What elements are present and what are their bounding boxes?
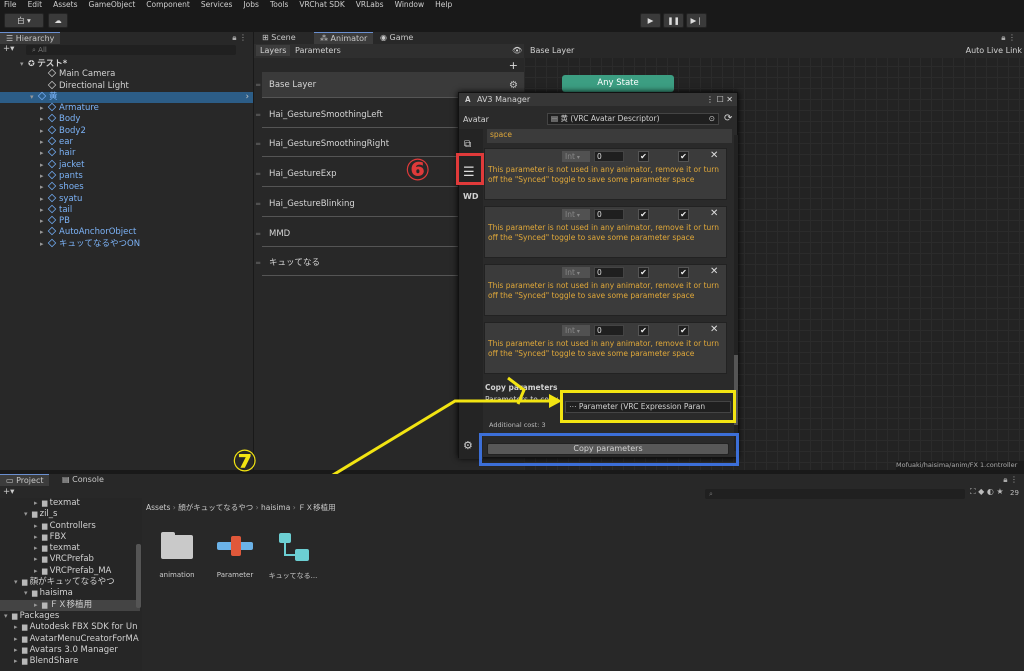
- project-tree-scrollbar[interactable]: [136, 544, 141, 608]
- file-label: animation: [159, 571, 195, 579]
- folder-icon: ▆: [12, 611, 20, 620]
- breadcrumb-separator: ›: [253, 503, 261, 512]
- folder-icon: ▆: [42, 600, 50, 609]
- expand-arrow-icon[interactable]: ▸: [34, 532, 42, 543]
- folder-icon: ▆: [22, 578, 30, 587]
- project-tree-label: VRCPrefab_MA: [49, 565, 112, 576]
- folder-icon: ▆: [42, 566, 50, 575]
- folder-icon: ▆: [22, 634, 30, 643]
- tab-project-label: Project: [16, 476, 44, 485]
- breadcrumb-item[interactable]: ＦＸ移植用: [298, 503, 336, 512]
- project-tree-pane: ▸ ▆ texmat ▾ ▆ zil_s ▸ ▆ Controllers ▸ ▆ FBX ▸ ▆ …: [0, 498, 142, 671]
- folder-icon: ▆: [32, 589, 40, 598]
- folder-icon: ▆: [22, 645, 30, 654]
- folder-icon: ▆: [22, 657, 30, 666]
- expand-arrow-icon[interactable]: ▾: [24, 588, 32, 599]
- project-tree-label: texmat: [49, 543, 80, 554]
- expand-arrow-icon[interactable]: ▸: [34, 566, 42, 577]
- project-tree-label: Packages: [19, 610, 60, 621]
- project-tree-label: Avatars 3.0 Manager: [29, 644, 118, 655]
- project-lock-icon[interactable]: 🔒︎ ⋮: [1003, 474, 1018, 486]
- hidden-count: 29: [1010, 489, 1019, 497]
- folder-icon: ▆: [42, 544, 50, 553]
- project-tree-item[interactable]: ▸ ▆ BlendShare: [0, 656, 140, 667]
- annotation-seven: ⑦: [232, 444, 258, 479]
- project-tree-item[interactable]: ▸ ▆ AvatarMenuCreatorForMA: [0, 634, 140, 645]
- project-tree-item[interactable]: ▸ ▆ ＦＸ移植用: [0, 599, 140, 611]
- project-tree-label: FBX: [49, 531, 67, 542]
- project-tree: ▸ ▆ texmat ▾ ▆ zil_s ▸ ▆ Controllers ▸ ▆ FBX ▸ ▆ …: [0, 498, 140, 667]
- project-tree-label: Autodesk FBX SDK for Un: [29, 622, 138, 633]
- tab-console[interactable]: ▤ Console: [56, 474, 110, 486]
- expand-arrow-icon[interactable]: ▸: [14, 634, 22, 645]
- project-tabbar: ▭ Project ▤ Console 🔒︎ ⋮: [0, 474, 1024, 486]
- expand-arrow-icon[interactable]: ▸: [14, 656, 22, 667]
- project-tree-item[interactable]: ▸ ▆ texmat: [0, 498, 140, 509]
- annotation-six: ⑥: [405, 153, 431, 188]
- tab-console-label: Console: [72, 475, 104, 484]
- folder-icon: ▆: [42, 521, 50, 530]
- project-tree-item[interactable]: ▾ ▆ haisima: [0, 588, 140, 599]
- expand-arrow-icon[interactable]: ▾: [14, 577, 22, 588]
- filter-icons[interactable]: ⛶ ◆ ◐ ★: [970, 487, 1004, 497]
- file-label: Parameter: [216, 571, 254, 579]
- expand-arrow-icon[interactable]: ▸: [34, 498, 42, 509]
- animator-controller-icon[interactable]: [273, 527, 313, 567]
- project-tree-label: 顔がキュッてなるやつ: [29, 577, 115, 588]
- breadcrumb-item[interactable]: haisima: [261, 503, 290, 512]
- breadcrumb-separator: ›: [290, 503, 299, 512]
- project-tree-item[interactable]: ▸ ▆ VRCPrefab_MA: [0, 566, 140, 577]
- expand-arrow-icon[interactable]: ▸: [34, 554, 42, 565]
- project-tree-label: VRCPrefab: [49, 554, 94, 565]
- project-add-icon[interactable]: +▾: [3, 487, 14, 497]
- project-tree-item[interactable]: ▾ ▆ 顔がキュッてなるやつ: [0, 577, 140, 588]
- folder-icon: ▆: [42, 499, 50, 507]
- folder-icon: ▆: [42, 555, 50, 564]
- folder-icon: ▆: [32, 510, 40, 519]
- project-tree-item[interactable]: ▾ ▆ Packages: [0, 611, 140, 622]
- file-label: キュッてなる...: [268, 572, 318, 580]
- expand-arrow-icon[interactable]: ▾: [24, 509, 32, 520]
- project-breadcrumb: Assets › 顔がキュッてなるやつ › haisima › ＦＸ移植用: [146, 502, 336, 513]
- expression-parameters-icon[interactable]: [215, 527, 255, 567]
- project-tree-item[interactable]: ▸ ▆ Avatars 3.0 Manager: [0, 645, 140, 656]
- expand-arrow-icon[interactable]: ▸: [34, 543, 42, 554]
- project-search-input[interactable]: ⌕: [705, 489, 965, 499]
- project-tree-label: texmat: [49, 498, 80, 508]
- folder-icon: ▆: [42, 532, 50, 541]
- project-tree-item[interactable]: ▸ ▆ Controllers: [0, 521, 140, 532]
- tab-project[interactable]: ▭ Project: [0, 474, 50, 486]
- project-tree-label: ＦＸ移植用: [49, 599, 93, 610]
- expand-arrow-icon[interactable]: ▸: [14, 645, 22, 656]
- folder-icon[interactable]: [157, 527, 197, 567]
- project-tree-label: AvatarMenuCreatorForMA: [29, 633, 139, 644]
- expand-arrow-icon[interactable]: ▸: [34, 600, 42, 611]
- project-tree-item[interactable]: ▾ ▆ zil_s: [0, 509, 140, 520]
- project-tree-item[interactable]: ▸ ▆ texmat: [0, 543, 140, 554]
- breadcrumb-item[interactable]: 顔がキュッてなるやつ: [178, 503, 253, 512]
- breadcrumb-item[interactable]: Assets: [146, 503, 170, 512]
- expand-arrow-icon[interactable]: ▾: [4, 611, 12, 622]
- project-search-icon: ⌕: [709, 490, 713, 498]
- project-tree-item[interactable]: ▸ ▆ FBX: [0, 532, 140, 543]
- expand-arrow-icon[interactable]: ▸: [14, 622, 22, 633]
- folder-icon: ▆: [22, 623, 30, 632]
- project-tree-item[interactable]: ▸ ▆ VRCPrefab: [0, 554, 140, 565]
- project-tree-label: haisima: [39, 588, 73, 599]
- project-tree-item[interactable]: ▸ ▆ Autodesk FBX SDK for Un: [0, 622, 140, 633]
- project-tree-label: BlendShare: [29, 656, 79, 667]
- expand-arrow-icon[interactable]: ▸: [34, 521, 42, 532]
- annotation-arrow-head: [549, 394, 562, 408]
- project-tree-label: Controllers: [49, 520, 96, 531]
- project-tree-label: zil_s: [39, 509, 58, 520]
